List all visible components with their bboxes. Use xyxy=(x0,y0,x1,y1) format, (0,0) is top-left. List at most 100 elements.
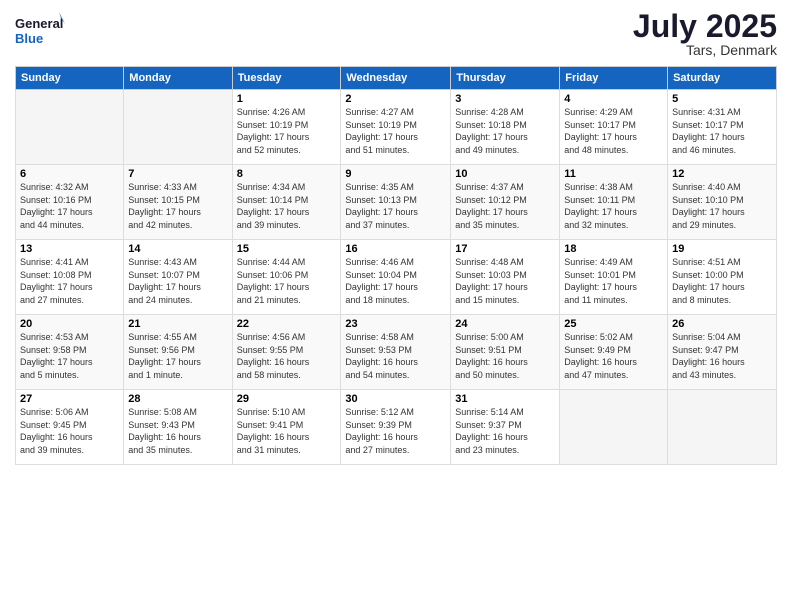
day-number: 12 xyxy=(672,168,772,180)
day-cell: 13Sunrise: 4:41 AM Sunset: 10:08 PM Dayl… xyxy=(16,240,124,315)
week-row-2: 13Sunrise: 4:41 AM Sunset: 10:08 PM Dayl… xyxy=(16,240,777,315)
day-number: 5 xyxy=(672,93,772,105)
day-number: 3 xyxy=(455,93,555,105)
col-monday: Monday xyxy=(124,67,232,90)
day-info: Sunrise: 5:14 AM Sunset: 9:37 PM Dayligh… xyxy=(455,406,555,456)
day-number: 2 xyxy=(345,93,446,105)
col-wednesday: Wednesday xyxy=(341,67,451,90)
day-cell: 15Sunrise: 4:44 AM Sunset: 10:06 PM Dayl… xyxy=(232,240,341,315)
day-number: 6 xyxy=(20,168,119,180)
day-number: 22 xyxy=(237,318,337,330)
day-number: 7 xyxy=(128,168,227,180)
day-cell xyxy=(16,90,124,165)
day-cell: 2Sunrise: 4:27 AM Sunset: 10:19 PM Dayli… xyxy=(341,90,451,165)
day-info: Sunrise: 4:48 AM Sunset: 10:03 PM Daylig… xyxy=(455,256,555,306)
day-number: 19 xyxy=(672,243,772,255)
day-cell: 27Sunrise: 5:06 AM Sunset: 9:45 PM Dayli… xyxy=(16,390,124,465)
day-cell: 23Sunrise: 4:58 AM Sunset: 9:53 PM Dayli… xyxy=(341,315,451,390)
day-number: 28 xyxy=(128,393,227,405)
title-area: July 2025 Tars, Denmark xyxy=(633,10,777,58)
day-number: 29 xyxy=(237,393,337,405)
day-info: Sunrise: 4:43 AM Sunset: 10:07 PM Daylig… xyxy=(128,256,227,306)
day-cell: 5Sunrise: 4:31 AM Sunset: 10:17 PM Dayli… xyxy=(668,90,777,165)
header: General Blue July 2025 Tars, Denmark xyxy=(15,10,777,58)
day-info: Sunrise: 4:40 AM Sunset: 10:10 PM Daylig… xyxy=(672,181,772,231)
day-info: Sunrise: 5:00 AM Sunset: 9:51 PM Dayligh… xyxy=(455,331,555,381)
day-number: 11 xyxy=(564,168,663,180)
day-info: Sunrise: 4:27 AM Sunset: 10:19 PM Daylig… xyxy=(345,106,446,156)
day-info: Sunrise: 5:02 AM Sunset: 9:49 PM Dayligh… xyxy=(564,331,663,381)
day-cell: 21Sunrise: 4:55 AM Sunset: 9:56 PM Dayli… xyxy=(124,315,232,390)
day-info: Sunrise: 4:46 AM Sunset: 10:04 PM Daylig… xyxy=(345,256,446,306)
day-number: 24 xyxy=(455,318,555,330)
day-cell: 10Sunrise: 4:37 AM Sunset: 10:12 PM Dayl… xyxy=(451,165,560,240)
day-info: Sunrise: 4:58 AM Sunset: 9:53 PM Dayligh… xyxy=(345,331,446,381)
day-info: Sunrise: 4:31 AM Sunset: 10:17 PM Daylig… xyxy=(672,106,772,156)
col-tuesday: Tuesday xyxy=(232,67,341,90)
day-cell: 26Sunrise: 5:04 AM Sunset: 9:47 PM Dayli… xyxy=(668,315,777,390)
day-info: Sunrise: 4:35 AM Sunset: 10:13 PM Daylig… xyxy=(345,181,446,231)
day-info: Sunrise: 4:26 AM Sunset: 10:19 PM Daylig… xyxy=(237,106,337,156)
day-number: 26 xyxy=(672,318,772,330)
col-friday: Friday xyxy=(560,67,668,90)
day-info: Sunrise: 4:37 AM Sunset: 10:12 PM Daylig… xyxy=(455,181,555,231)
day-cell: 18Sunrise: 4:49 AM Sunset: 10:01 PM Dayl… xyxy=(560,240,668,315)
day-info: Sunrise: 5:10 AM Sunset: 9:41 PM Dayligh… xyxy=(237,406,337,456)
day-info: Sunrise: 4:55 AM Sunset: 9:56 PM Dayligh… xyxy=(128,331,227,381)
day-cell: 20Sunrise: 4:53 AM Sunset: 9:58 PM Dayli… xyxy=(16,315,124,390)
day-cell: 3Sunrise: 4:28 AM Sunset: 10:18 PM Dayli… xyxy=(451,90,560,165)
day-number: 20 xyxy=(20,318,119,330)
month-title: July 2025 xyxy=(633,10,777,42)
day-cell xyxy=(668,390,777,465)
day-number: 25 xyxy=(564,318,663,330)
col-sunday: Sunday xyxy=(16,67,124,90)
day-info: Sunrise: 4:32 AM Sunset: 10:16 PM Daylig… xyxy=(20,181,119,231)
day-info: Sunrise: 4:38 AM Sunset: 10:11 PM Daylig… xyxy=(564,181,663,231)
day-number: 9 xyxy=(345,168,446,180)
day-number: 21 xyxy=(128,318,227,330)
subtitle: Tars, Denmark xyxy=(633,42,777,58)
day-cell: 1Sunrise: 4:26 AM Sunset: 10:19 PM Dayli… xyxy=(232,90,341,165)
day-number: 13 xyxy=(20,243,119,255)
day-info: Sunrise: 5:12 AM Sunset: 9:39 PM Dayligh… xyxy=(345,406,446,456)
day-cell: 30Sunrise: 5:12 AM Sunset: 9:39 PM Dayli… xyxy=(341,390,451,465)
day-info: Sunrise: 4:34 AM Sunset: 10:14 PM Daylig… xyxy=(237,181,337,231)
calendar-table: Sunday Monday Tuesday Wednesday Thursday… xyxy=(15,66,777,465)
day-cell: 22Sunrise: 4:56 AM Sunset: 9:55 PM Dayli… xyxy=(232,315,341,390)
logo: General Blue xyxy=(15,10,65,50)
col-thursday: Thursday xyxy=(451,67,560,90)
week-row-0: 1Sunrise: 4:26 AM Sunset: 10:19 PM Dayli… xyxy=(16,90,777,165)
day-info: Sunrise: 4:49 AM Sunset: 10:01 PM Daylig… xyxy=(564,256,663,306)
day-cell: 25Sunrise: 5:02 AM Sunset: 9:49 PM Dayli… xyxy=(560,315,668,390)
day-info: Sunrise: 4:44 AM Sunset: 10:06 PM Daylig… xyxy=(237,256,337,306)
day-cell xyxy=(560,390,668,465)
day-number: 15 xyxy=(237,243,337,255)
day-number: 4 xyxy=(564,93,663,105)
day-info: Sunrise: 4:29 AM Sunset: 10:17 PM Daylig… xyxy=(564,106,663,156)
day-cell: 6Sunrise: 4:32 AM Sunset: 10:16 PM Dayli… xyxy=(16,165,124,240)
day-info: Sunrise: 4:56 AM Sunset: 9:55 PM Dayligh… xyxy=(237,331,337,381)
page: General Blue July 2025 Tars, Denmark Sun… xyxy=(0,0,792,612)
svg-text:General: General xyxy=(15,16,63,31)
day-cell xyxy=(124,90,232,165)
day-cell: 17Sunrise: 4:48 AM Sunset: 10:03 PM Dayl… xyxy=(451,240,560,315)
day-number: 17 xyxy=(455,243,555,255)
day-cell: 19Sunrise: 4:51 AM Sunset: 10:00 PM Dayl… xyxy=(668,240,777,315)
day-info: Sunrise: 4:41 AM Sunset: 10:08 PM Daylig… xyxy=(20,256,119,306)
day-info: Sunrise: 4:33 AM Sunset: 10:15 PM Daylig… xyxy=(128,181,227,231)
day-info: Sunrise: 4:51 AM Sunset: 10:00 PM Daylig… xyxy=(672,256,772,306)
day-info: Sunrise: 5:06 AM Sunset: 9:45 PM Dayligh… xyxy=(20,406,119,456)
day-number: 31 xyxy=(455,393,555,405)
day-info: Sunrise: 4:53 AM Sunset: 9:58 PM Dayligh… xyxy=(20,331,119,381)
day-cell: 4Sunrise: 4:29 AM Sunset: 10:17 PM Dayli… xyxy=(560,90,668,165)
day-cell: 9Sunrise: 4:35 AM Sunset: 10:13 PM Dayli… xyxy=(341,165,451,240)
day-number: 27 xyxy=(20,393,119,405)
calendar-body: 1Sunrise: 4:26 AM Sunset: 10:19 PM Dayli… xyxy=(16,90,777,465)
day-cell: 12Sunrise: 4:40 AM Sunset: 10:10 PM Dayl… xyxy=(668,165,777,240)
day-number: 16 xyxy=(345,243,446,255)
week-row-4: 27Sunrise: 5:06 AM Sunset: 9:45 PM Dayli… xyxy=(16,390,777,465)
day-info: Sunrise: 4:28 AM Sunset: 10:18 PM Daylig… xyxy=(455,106,555,156)
day-number: 23 xyxy=(345,318,446,330)
day-cell: 29Sunrise: 5:10 AM Sunset: 9:41 PM Dayli… xyxy=(232,390,341,465)
day-number: 10 xyxy=(455,168,555,180)
